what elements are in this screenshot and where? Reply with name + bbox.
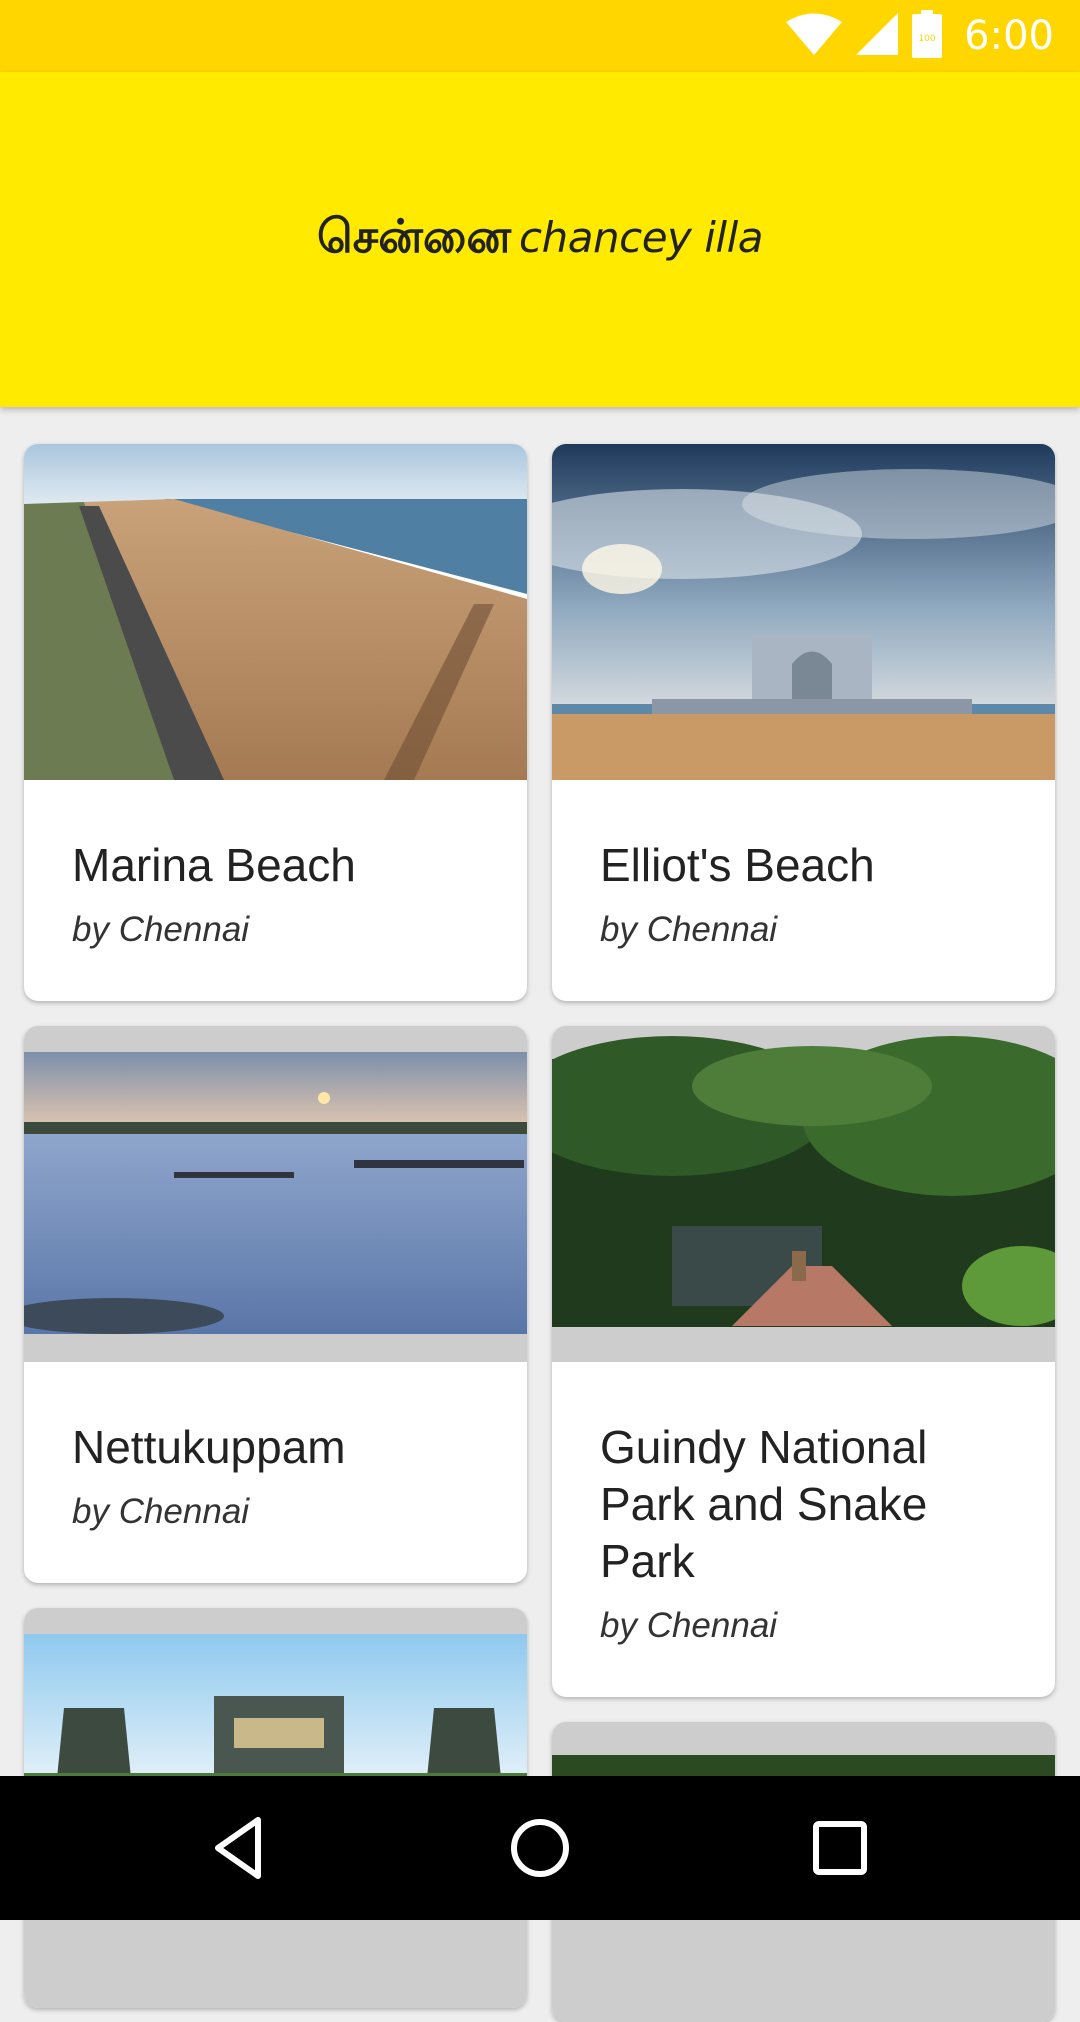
recents-icon[interactable] bbox=[800, 1808, 880, 1888]
wifi-icon bbox=[786, 13, 843, 60]
place-image bbox=[24, 444, 527, 780]
place-card[interactable]: Marina Beach by Chennai bbox=[24, 444, 527, 1001]
clock: 6:00 bbox=[964, 13, 1054, 59]
card-body: Nettukuppam by Chennai bbox=[24, 1362, 527, 1583]
status-bar: 100 6:00 bbox=[0, 0, 1080, 72]
svg-text:100: 100 bbox=[919, 34, 936, 44]
place-card[interactable]: Elliot's Beach by Chennai bbox=[552, 444, 1055, 1001]
place-card[interactable]: Nettukuppam by Chennai bbox=[24, 1026, 527, 1583]
place-subtitle: by Chennai bbox=[600, 1606, 778, 1645]
place-image bbox=[552, 444, 1055, 780]
battery-icon: 100 bbox=[912, 9, 943, 63]
cellular-signal-icon bbox=[856, 12, 899, 60]
app-title: சென்னை chancey illa bbox=[317, 209, 763, 270]
place-image bbox=[24, 1026, 527, 1362]
app-title-tamil: சென்னை bbox=[317, 209, 512, 263]
card-body: Guindy National Park and Snake Park by C… bbox=[552, 1362, 1055, 1697]
app-title-latin: chancey illa bbox=[519, 213, 763, 262]
card-body: Marina Beach by Chennai bbox=[24, 780, 527, 1001]
place-subtitle: by Chennai bbox=[72, 1492, 250, 1531]
place-subtitle: by Chennai bbox=[72, 910, 250, 949]
back-icon[interactable] bbox=[200, 1808, 280, 1888]
place-name: Elliot's Beach bbox=[600, 839, 875, 891]
place-card[interactable]: Guindy National Park and Snake Park by C… bbox=[552, 1026, 1055, 1697]
place-image bbox=[552, 1026, 1055, 1362]
home-icon[interactable] bbox=[500, 1808, 580, 1888]
navigation-bar bbox=[0, 1776, 1080, 1920]
card-body: Elliot's Beach by Chennai bbox=[552, 780, 1055, 1001]
app-header: சென்னை chancey illa bbox=[0, 72, 1080, 407]
place-name: Marina Beach bbox=[72, 839, 356, 891]
place-name: Nettukuppam bbox=[72, 1421, 346, 1473]
place-subtitle: by Chennai bbox=[600, 910, 778, 949]
place-name: Guindy National Park and Snake Park bbox=[600, 1421, 928, 1587]
